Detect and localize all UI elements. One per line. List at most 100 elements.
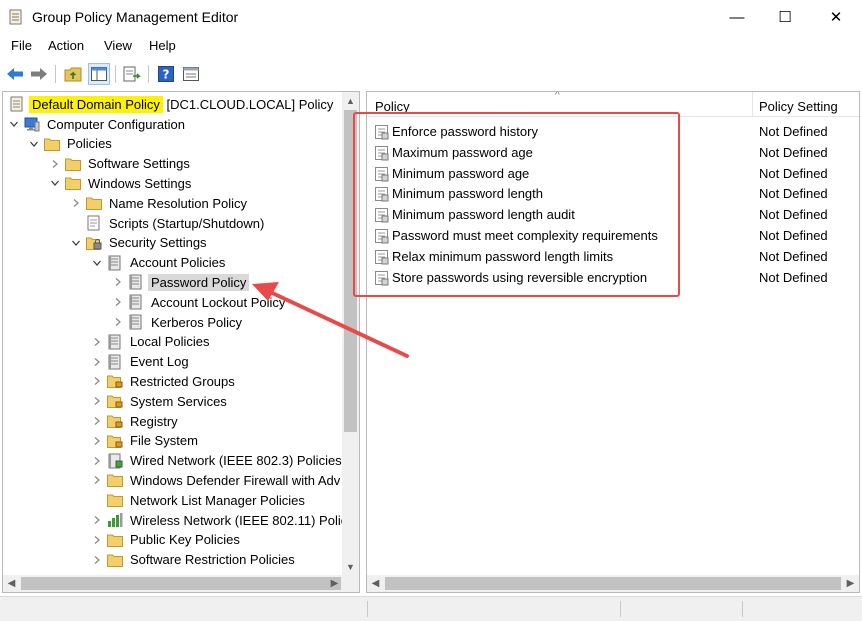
tree-item-label: Wireless Network (IEEE 802.11) Polici: [130, 512, 351, 528]
menu-action[interactable]: Action: [48, 38, 84, 53]
tree-item-name-resolution-policy[interactable]: Name Resolution Policy: [69, 193, 250, 213]
close-button[interactable]: ✕: [813, 0, 859, 34]
policy-row[interactable]: Enforce password history Not Defined: [367, 121, 859, 142]
scroll-left-icon[interactable]: ◀: [367, 575, 384, 592]
network-policy-icon: [107, 453, 123, 469]
column-divider[interactable]: [752, 92, 753, 116]
tree-item-password-policy[interactable]: Password Policy: [111, 272, 250, 292]
tree-item-system-services[interactable]: System Services: [90, 391, 230, 411]
tree-item-computer-configuration[interactable]: Computer Configuration: [7, 114, 188, 134]
locked-folder-icon: [107, 373, 123, 389]
tree-item-software-settings[interactable]: Software Settings: [48, 154, 193, 174]
minimize-icon: —: [729, 8, 745, 26]
tree-item-restricted-groups[interactable]: Restricted Groups: [90, 371, 238, 391]
back-button[interactable]: [4, 63, 26, 85]
expand-chevron-icon[interactable]: [48, 157, 62, 171]
column-header-policy-setting[interactable]: Policy Setting: [759, 99, 838, 114]
tree-item-policies[interactable]: Policies: [27, 134, 115, 154]
scroll-down-icon[interactable]: ▼: [342, 558, 359, 575]
show-hide-tree-button[interactable]: [88, 63, 110, 85]
tree-item-label: Registry: [130, 413, 178, 429]
policy-row[interactable]: Store passwords using reversible encrypt…: [367, 267, 859, 288]
scroll-thumb[interactable]: [344, 110, 357, 432]
tree-item-windows-settings[interactable]: Windows Settings: [48, 173, 194, 193]
details-pane[interactable]: ^ Policy Policy Setting Enforce password…: [366, 91, 860, 593]
menu-view[interactable]: View: [104, 38, 132, 53]
scroll-up-icon[interactable]: ▲: [342, 92, 359, 109]
expand-chevron-icon[interactable]: [90, 394, 104, 408]
properties-button[interactable]: [180, 63, 202, 85]
expand-chevron-icon[interactable]: [90, 355, 104, 369]
tree-root-suffix: [DC1.CLOUD.LOCAL] Policy: [162, 96, 334, 112]
tree-item-local-policies[interactable]: Local Policies: [90, 332, 213, 352]
menu-file[interactable]: File: [11, 38, 32, 53]
scroll-thumb[interactable]: [385, 577, 841, 590]
tree-item-account-policies[interactable]: Account Policies: [90, 253, 228, 273]
policy-setting-icon: [374, 124, 390, 140]
expand-chevron-icon[interactable]: [69, 196, 83, 210]
expand-chevron-icon[interactable]: [90, 533, 104, 547]
svg-text:?: ?: [163, 68, 170, 82]
folder-icon: [107, 472, 123, 488]
scroll-thumb[interactable]: [21, 577, 341, 590]
expand-chevron-icon[interactable]: [111, 315, 125, 329]
collapse-chevron-icon[interactable]: [90, 256, 104, 270]
column-header-policy[interactable]: Policy: [375, 99, 410, 114]
policy-row[interactable]: Minimum password length Not Defined: [367, 183, 859, 204]
expand-chevron-icon[interactable]: [111, 275, 125, 289]
tree-item-label: Network List Manager Policies: [130, 492, 305, 508]
expand-chevron-icon[interactable]: [90, 374, 104, 388]
up-one-level-button[interactable]: [62, 63, 84, 85]
tree-item-scripts[interactable]: Scripts (Startup/Shutdown): [69, 213, 267, 233]
expand-chevron-icon[interactable]: [111, 295, 125, 309]
wireless-signal-icon: [107, 512, 123, 528]
scroll-right-icon[interactable]: ▶: [842, 575, 859, 592]
tree-item-public-key-policies[interactable]: Public Key Policies: [90, 530, 243, 550]
policy-row[interactable]: Minimum password age Not Defined: [367, 163, 859, 184]
tree-item-label: Name Resolution Policy: [109, 195, 248, 211]
collapse-chevron-icon[interactable]: [27, 137, 41, 151]
maximize-icon: ☐: [778, 9, 792, 26]
tree-item-windows-defender-firewall[interactable]: Windows Defender Firewall with Adv: [90, 470, 343, 490]
tree-item-file-system[interactable]: File System: [90, 431, 201, 451]
expand-chevron-icon[interactable]: [90, 454, 104, 468]
list-horizontal-scrollbar[interactable]: ◀ ▶: [367, 575, 859, 592]
tree-item-wireless-network[interactable]: Wireless Network (IEEE 802.11) Polici: [90, 510, 353, 530]
tree-item-account-lockout-policy[interactable]: Account Lockout Policy: [111, 292, 288, 312]
forward-button[interactable]: [28, 63, 50, 85]
collapse-chevron-icon[interactable]: [69, 236, 83, 250]
expand-chevron-icon[interactable]: [90, 335, 104, 349]
collapse-chevron-icon[interactable]: [7, 117, 21, 131]
export-list-button[interactable]: [121, 63, 143, 85]
script-document-icon: [86, 215, 102, 231]
help-button[interactable]: ?: [155, 63, 177, 85]
expand-chevron-icon[interactable]: [90, 434, 104, 448]
scroll-right-icon[interactable]: ▶: [326, 575, 343, 592]
tree-item-security-settings[interactable]: Security Settings: [69, 233, 210, 253]
policy-row[interactable]: Relax minimum password length limits Not …: [367, 246, 859, 267]
scroll-left-icon[interactable]: ◀: [3, 575, 20, 592]
maximize-button[interactable]: ☐: [762, 0, 808, 34]
collapse-chevron-icon[interactable]: [48, 176, 62, 190]
policy-row[interactable]: Password must meet complexity requiremen…: [367, 225, 859, 246]
tree-item-software-restriction-policies[interactable]: Software Restriction Policies: [90, 550, 298, 570]
toolbar-separator: [115, 65, 116, 83]
policy-row[interactable]: Maximum password age Not Defined: [367, 142, 859, 163]
tree-item-event-log[interactable]: Event Log: [90, 352, 192, 372]
tree-horizontal-scrollbar[interactable]: ◀ ▶: [3, 575, 343, 592]
policy-name: Password must meet complexity requiremen…: [392, 228, 658, 243]
tree-item-wired-network[interactable]: Wired Network (IEEE 802.3) Policies: [90, 451, 345, 471]
tree-item-default-domain-policy[interactable]: Default Domain Policy [DC1.CLOUD.LOCAL] …: [9, 94, 333, 114]
tree-item-kerberos-policy[interactable]: Kerberos Policy: [111, 312, 245, 332]
expand-chevron-icon[interactable]: [90, 414, 104, 428]
expand-chevron-icon[interactable]: [90, 553, 104, 567]
tree-item-network-list-manager[interactable]: Network List Manager Policies: [90, 490, 308, 510]
expand-chevron-icon[interactable]: [90, 513, 104, 527]
tree-item-registry[interactable]: Registry: [90, 411, 181, 431]
expand-chevron-icon[interactable]: [90, 473, 104, 487]
menu-help[interactable]: Help: [149, 38, 176, 53]
tree-pane[interactable]: Default Domain Policy [DC1.CLOUD.LOCAL] …: [2, 91, 360, 593]
minimize-button[interactable]: —: [714, 0, 760, 34]
tree-vertical-scrollbar[interactable]: ▲ ▼: [342, 92, 359, 575]
policy-row[interactable]: Minimum password length audit Not Defined: [367, 204, 859, 225]
